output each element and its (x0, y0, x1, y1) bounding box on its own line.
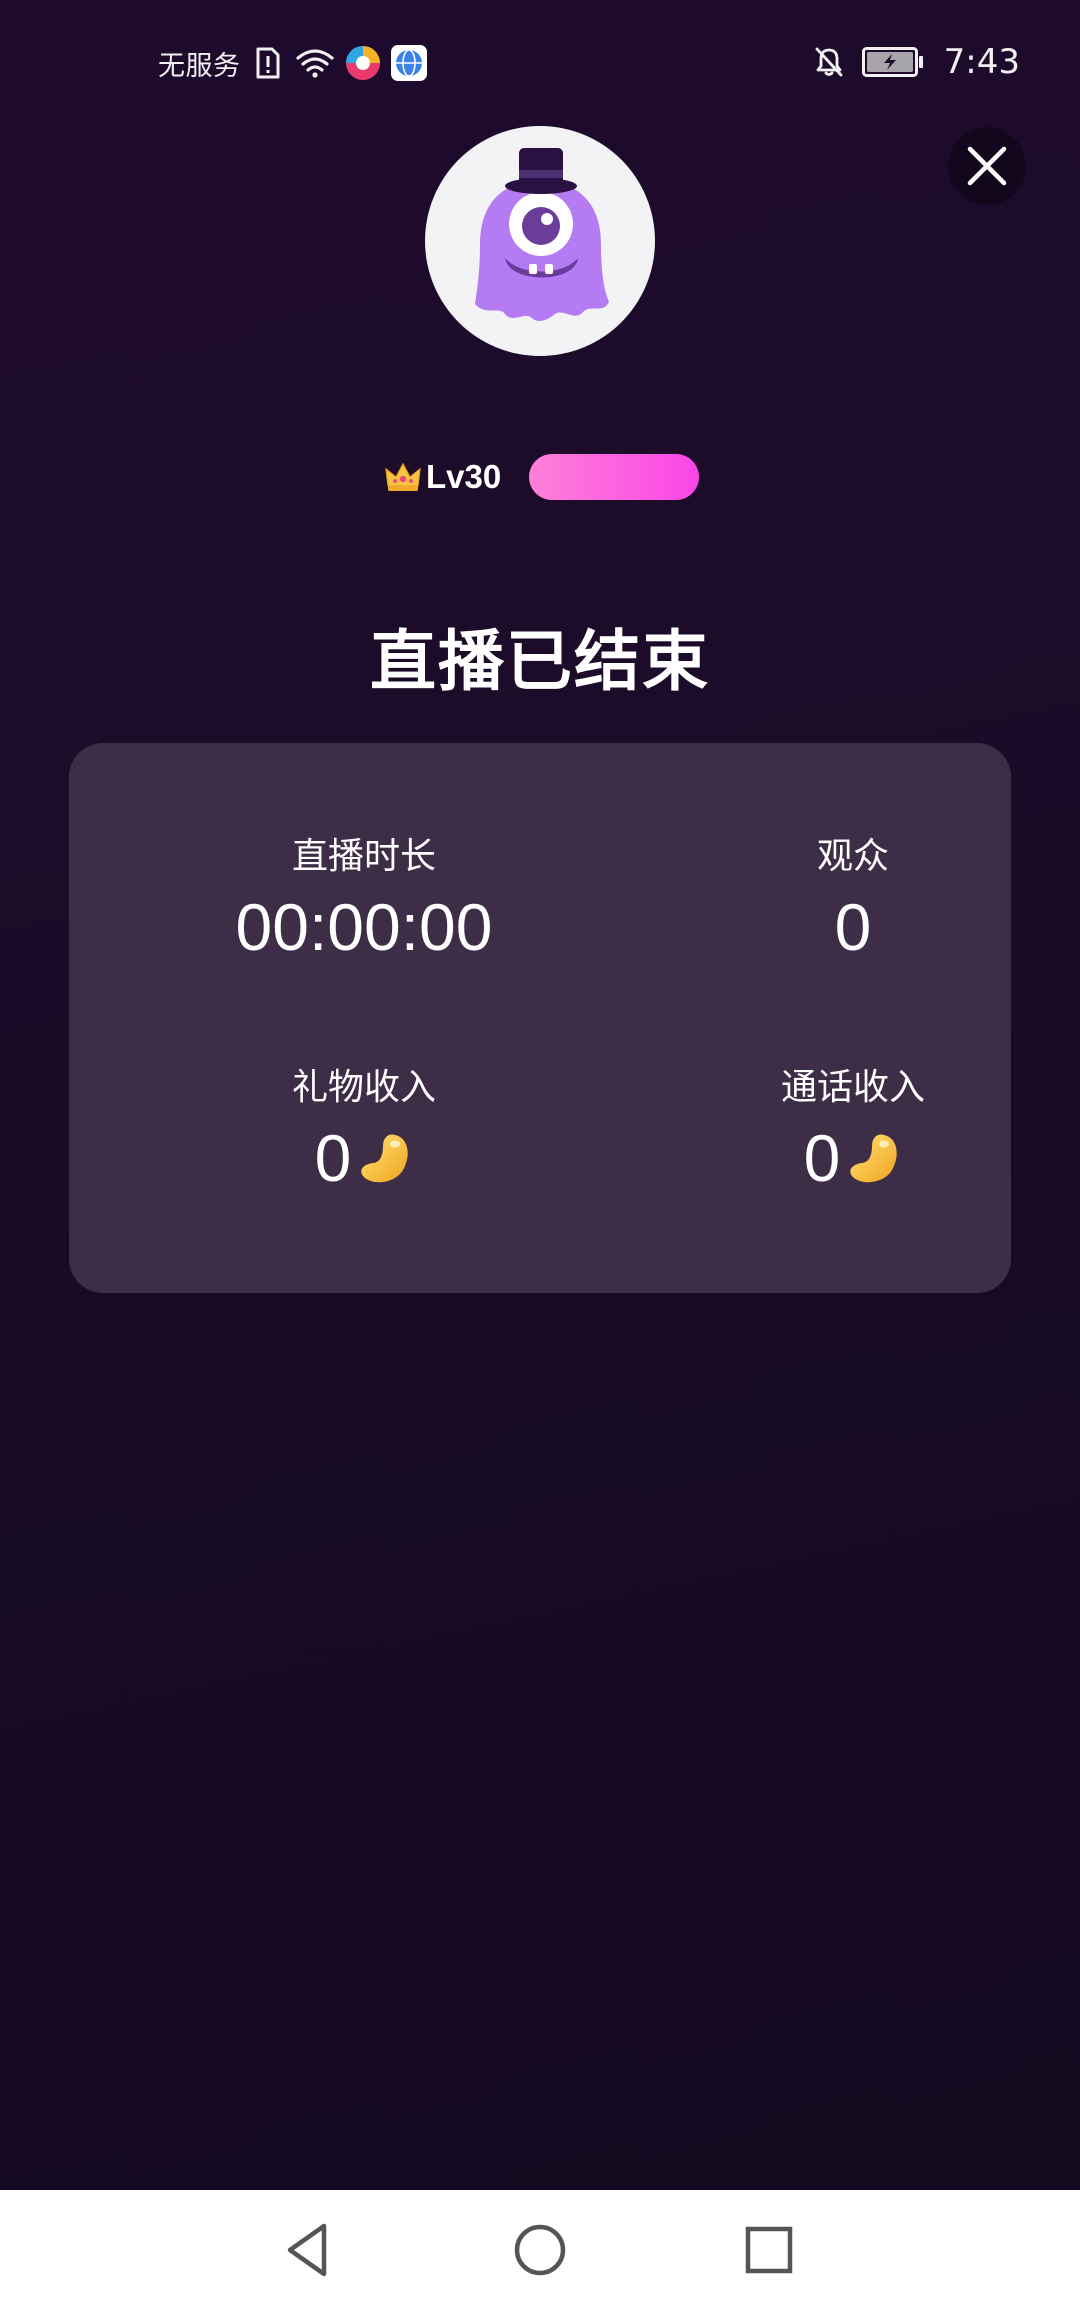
nav-back-button[interactable] (272, 2214, 344, 2286)
monster-avatar-icon (475, 148, 609, 321)
recents-icon (745, 2226, 793, 2274)
stat-label: 礼物收入 (291, 1067, 436, 1108)
stat-value: 0 (643, 1120, 1063, 1196)
status-right: 7:43 (812, 40, 1020, 84)
level-progress-bar (529, 454, 700, 500)
close-icon (967, 146, 1007, 186)
stat-value: 0 (154, 1120, 574, 1196)
live-ended-title: 直播已结束 (370, 623, 710, 700)
viewers-value: 0 (834, 890, 872, 964)
wifi-icon (295, 49, 334, 78)
bean-coin-icon (850, 1134, 898, 1183)
stat-label: 直播时长 (291, 836, 436, 877)
system-nav-bar (0, 2190, 1080, 2310)
browser-notification-icon (390, 45, 427, 81)
live-ended-screen: 无服务 7:43 Lv30 直播已结束 直播时长 00:00:00 观众 0 礼… (0, 0, 1080, 2190)
stat-value: 0 (643, 889, 1063, 965)
battery-charging-icon (861, 47, 923, 77)
duration-value: 00:00:00 (235, 890, 493, 964)
clock: 7:43 (943, 42, 1020, 82)
avatar[interactable] (425, 126, 655, 356)
back-icon (287, 2223, 327, 2277)
stat-label: 通话收入 (780, 1067, 925, 1108)
status-left: 无服务 (158, 42, 427, 84)
bean-coin-icon (361, 1134, 409, 1183)
status-bar: 无服务 7:43 (0, 0, 1080, 124)
stat-duration: 直播时长 00:00:00 (154, 835, 574, 965)
nav-home-button[interactable] (504, 2214, 576, 2286)
level-label: Lv30 (426, 458, 502, 495)
stats-card: 直播时长 00:00:00 观众 0 礼物收入 0 通话收入 0 (69, 743, 1011, 1293)
crown-icon (385, 462, 421, 491)
call-income-value: 0 (803, 1121, 841, 1195)
stat-viewers: 观众 0 (643, 835, 1063, 965)
gift-income-value: 0 (314, 1121, 352, 1195)
stat-gift-income: 礼物收入 0 (154, 1066, 574, 1196)
stat-value: 00:00:00 (154, 889, 574, 965)
home-icon (514, 2224, 566, 2276)
stat-call-income: 通话收入 0 (643, 1066, 1063, 1196)
app-notification-icon (345, 46, 380, 80)
stat-label: 观众 (816, 836, 889, 877)
sim-alert-icon (256, 47, 279, 79)
carrier-label: 无服务 (158, 50, 241, 82)
nav-recents-button[interactable] (733, 2214, 805, 2286)
level-row: Lv30 (384, 452, 700, 502)
close-button[interactable] (948, 127, 1026, 205)
mute-bell-icon (815, 47, 843, 77)
